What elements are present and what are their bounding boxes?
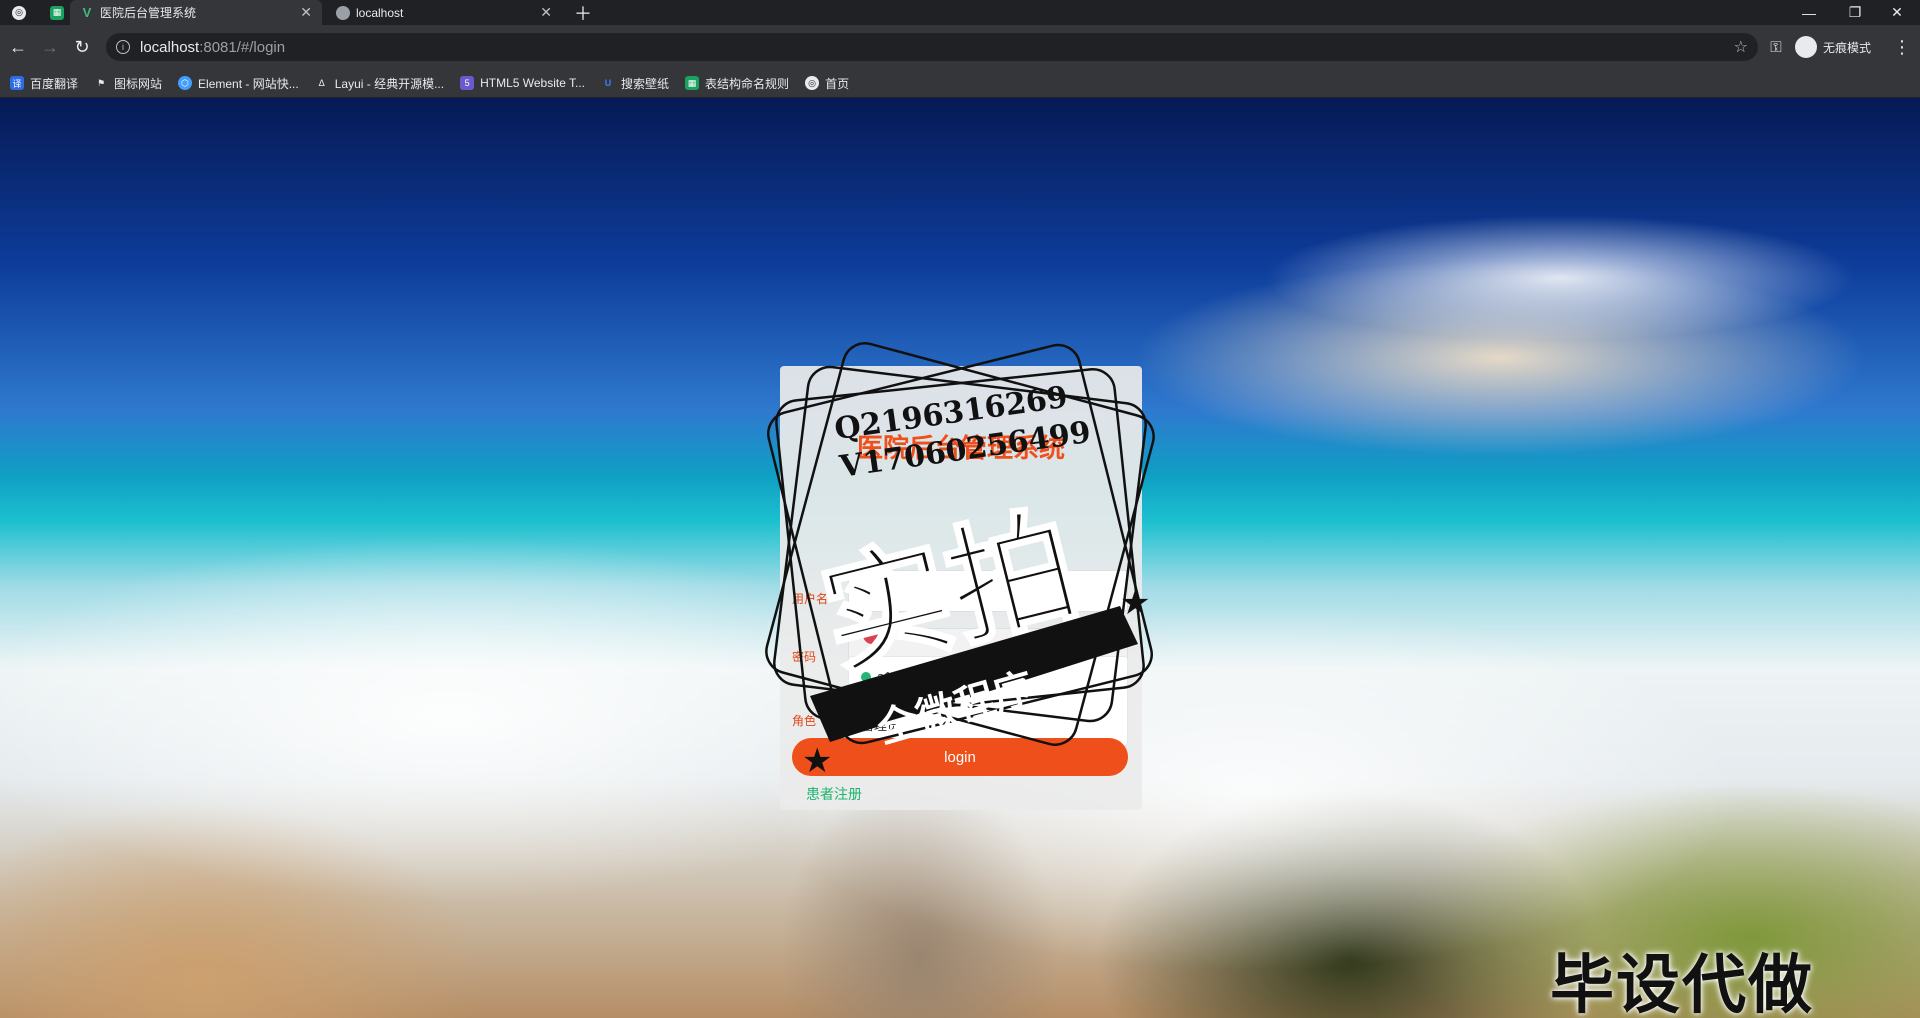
username-label: 用户名 (792, 592, 829, 606)
url-host: localhost (140, 38, 200, 56)
sheet-icon: ▦ (685, 76, 700, 90)
bookmark-layui[interactable]: ᐃ Layui - 经典开源模... (315, 75, 444, 92)
new-tab-button[interactable]: ＋ (572, 2, 594, 24)
role-option-label: 管理员 (861, 718, 901, 733)
address-bar[interactable]: i localhost:8081/#/login ☆ (106, 33, 1758, 61)
login-page: 医院后台管理系统 用户名 密码 角色 a1 管理员 login 患者注册 Q21… (0, 98, 1920, 1018)
globe-icon: ◎ (12, 5, 26, 20)
bookmark-label: Layui - 经典开源模... (334, 76, 445, 91)
incognito-icon (1795, 36, 1817, 58)
tab-localhost[interactable]: localhost ✕ (326, 0, 562, 25)
reload-button[interactable]: ↻ (70, 35, 94, 59)
bookmark-label: 表结构命名规则 (705, 76, 790, 91)
tab-hospital-admin[interactable]: V 医院后台管理系统 ✕ (70, 0, 322, 25)
incognito-indicator[interactable]: 无痕模式 (1795, 34, 1871, 60)
login-button[interactable]: login (792, 738, 1128, 776)
globe-icon: ◎ (805, 76, 820, 90)
translate-icon: 译 (10, 76, 24, 90)
bookmark-table-naming[interactable]: ▦ 表结构命名规则 (685, 75, 789, 92)
bookmark-label: HTML5 Website T... (480, 76, 586, 90)
bookmark-wallpaper[interactable]: U 搜索壁纸 (601, 75, 669, 92)
login-card: 医院后台管理系统 用户名 密码 角色 a1 管理员 login 患者注册 (780, 366, 1142, 810)
bookmark-label: 首页 (825, 76, 850, 91)
tab-globe[interactable]: ◎ (8, 2, 30, 23)
wallpaper-icon: U (604, 78, 612, 88)
forward-button[interactable]: → (38, 35, 62, 59)
flag-icon: ⚑ (96, 77, 106, 88)
url-path: :8081/#/login (199, 38, 286, 56)
key-icon[interactable]: ⚿ (1764, 35, 1788, 59)
role-dropdown[interactable]: a1 管理员 (848, 656, 1128, 746)
bookmark-label: 图标网站 (114, 76, 163, 91)
bookmark-label: Element - 网站快... (198, 76, 299, 91)
register-link[interactable]: 患者注册 (806, 784, 862, 804)
bookmark-label: 百度翻译 (30, 76, 79, 91)
incognito-label: 无痕模式 (1823, 40, 1872, 55)
password-label: 密码 (792, 650, 817, 664)
tab-title: 医院后台管理系统 (100, 6, 197, 20)
tab-pinned[interactable]: ▦ (46, 2, 68, 23)
html5-icon: 5 (460, 76, 475, 90)
role-option[interactable]: a1 (861, 669, 891, 684)
role-option[interactable]: 管理员 (861, 715, 900, 734)
close-window-button[interactable]: ✕ (1874, 0, 1920, 25)
close-icon[interactable]: ✕ (540, 4, 552, 21)
vue-icon: V (82, 5, 92, 20)
star-icon[interactable]: ☆ (1734, 37, 1748, 57)
corner-watermark: 毕设代做 (1550, 949, 1814, 1018)
layui-icon: ᐃ (318, 77, 325, 88)
check-icon (861, 671, 871, 682)
bookmark-element[interactable]: ⬡ Element - 网站快... (178, 75, 299, 92)
element-icon: ⬡ (178, 76, 193, 90)
info-icon[interactable]: i (116, 40, 130, 54)
page-title: 医院后台管理系统 (856, 434, 1065, 464)
bookmark-label: 搜索壁纸 (621, 76, 670, 91)
username-input[interactable] (848, 570, 1128, 612)
menu-icon[interactable]: ⋮ (1890, 35, 1914, 59)
bookmark-home[interactable]: ◎ 首页 (805, 75, 849, 92)
back-button[interactable]: ← (6, 35, 30, 59)
bookmark-html5-templates[interactable]: 5 HTML5 Website T... (460, 76, 585, 90)
bookmark-baidu-translate[interactable]: 译 百度翻译 (10, 75, 78, 92)
tab-strip: ◎ ▦ V 医院后台管理系统 ✕ localhost ✕ ＋ — ❐ ✕ (0, 0, 1920, 25)
role-option-label: a1 (877, 669, 892, 684)
close-icon[interactable]: ✕ (300, 4, 312, 21)
bookmark-icon-site[interactable]: ⚑ 图标网站 (94, 75, 162, 92)
restore-button[interactable]: ❐ (1832, 0, 1878, 25)
browser-toolbar: ← → ↻ i localhost:8081/#/login ☆ ⚿ 无痕模式 … (0, 25, 1920, 69)
tab-title: localhost (356, 5, 404, 20)
avatar (863, 626, 881, 644)
sheet-icon: ▦ (50, 5, 64, 20)
role-label: 角色 (792, 714, 817, 728)
minimize-button[interactable]: — (1786, 0, 1832, 25)
globe-icon (336, 5, 350, 20)
bookmarks-bar: 译 百度翻译 ⚑ 图标网站 ⬡ Element - 网站快... ᐃ Layui… (0, 69, 1920, 97)
